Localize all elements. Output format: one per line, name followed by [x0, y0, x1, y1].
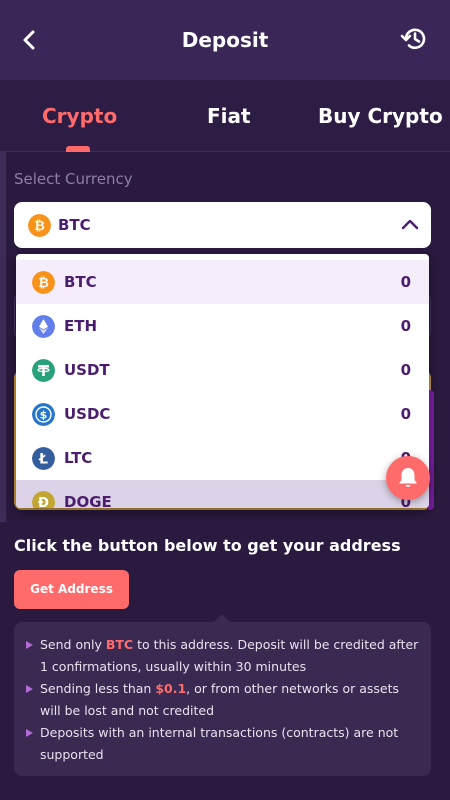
note-item: Sending less than $0.1, or from other ne… — [26, 678, 422, 722]
bell-icon — [399, 468, 417, 487]
select-currency-label: Select Currency — [14, 170, 133, 188]
tether-icon — [32, 359, 55, 382]
bullet-icon — [26, 641, 33, 649]
currency-option-ltc[interactable]: Ł LTC 0 — [16, 436, 429, 480]
bullet-icon — [26, 729, 33, 737]
currency-dropdown: ₿ BTC 0 ETH 0 USDT 0 $ USDC 0 Ł LTC Ð DO… — [16, 254, 429, 508]
highlight-currency: BTC — [105, 637, 134, 652]
history-icon — [400, 28, 426, 50]
panel-edge — [0, 152, 6, 522]
svg-text:$: $ — [40, 409, 48, 422]
usdc-icon: $ — [32, 403, 55, 426]
currency-option-btc[interactable]: ₿ BTC 0 — [16, 260, 429, 304]
notification-button[interactable] — [386, 456, 430, 500]
currency-balance: 0 — [400, 405, 411, 423]
currency-option-usdt[interactable]: USDT 0 — [16, 348, 429, 392]
svg-text:₿: ₿ — [38, 276, 49, 291]
page-title: Deposit — [181, 28, 269, 52]
svg-text:Ł: Ł — [38, 452, 48, 468]
ethereum-icon — [32, 315, 55, 338]
currency-option-usdc[interactable]: $ USDC 0 — [16, 392, 429, 436]
app-header: Deposit — [0, 0, 450, 80]
note-text: Sending less than — [40, 681, 156, 696]
litecoin-icon: Ł — [32, 447, 55, 470]
selected-currency: BTC — [58, 216, 91, 234]
bitcoin-icon: ₿ — [32, 271, 55, 294]
note-text: Send only — [40, 637, 106, 652]
get-address-button[interactable]: Get Address — [14, 570, 129, 609]
bullet-icon — [26, 685, 33, 693]
svg-text:Ð: Ð — [38, 496, 49, 508]
note-item: Deposits with an internal transactions (… — [26, 722, 422, 766]
svg-text:₿: ₿ — [34, 219, 45, 234]
currency-option-eth[interactable]: ETH 0 — [16, 304, 429, 348]
tab-crypto[interactable]: Crypto — [42, 104, 117, 128]
currency-balance: 0 — [400, 317, 411, 335]
currency-option-doge[interactable]: Ð DOGE 0 — [16, 480, 429, 508]
currency-symbol: BTC — [64, 273, 97, 291]
note-item: Send only BTC to this address. Deposit w… — [26, 634, 422, 678]
currency-symbol: LTC — [64, 449, 93, 467]
dogecoin-icon: Ð — [32, 491, 55, 508]
currency-balance: 0 — [400, 273, 411, 291]
deposit-notes: Send only BTC to this address. Deposit w… — [14, 622, 431, 776]
note-text: Deposits with an internal transactions (… — [40, 725, 399, 762]
currency-symbol: USDT — [64, 361, 110, 379]
currency-symbol: DOGE — [64, 493, 112, 508]
tab-buy-crypto[interactable]: Buy Crypto — [318, 104, 443, 128]
highlight-minimum: $0.1 — [155, 681, 187, 696]
currency-select[interactable]: ₿ BTC — [14, 202, 431, 248]
currency-symbol: ETH — [64, 317, 98, 335]
history-button[interactable] — [400, 24, 430, 54]
chevron-up-icon — [401, 219, 419, 230]
currency-symbol: USDC — [64, 405, 111, 423]
notes-pointer — [214, 614, 230, 622]
get-address-instruction: Click the button below to get your addre… — [14, 536, 401, 555]
deposit-tabs: Crypto Fiat Buy Crypto — [0, 80, 450, 152]
currency-balance: 0 — [400, 361, 411, 379]
tab-fiat[interactable]: Fiat — [207, 104, 251, 128]
bitcoin-icon: ₿ — [28, 214, 51, 237]
